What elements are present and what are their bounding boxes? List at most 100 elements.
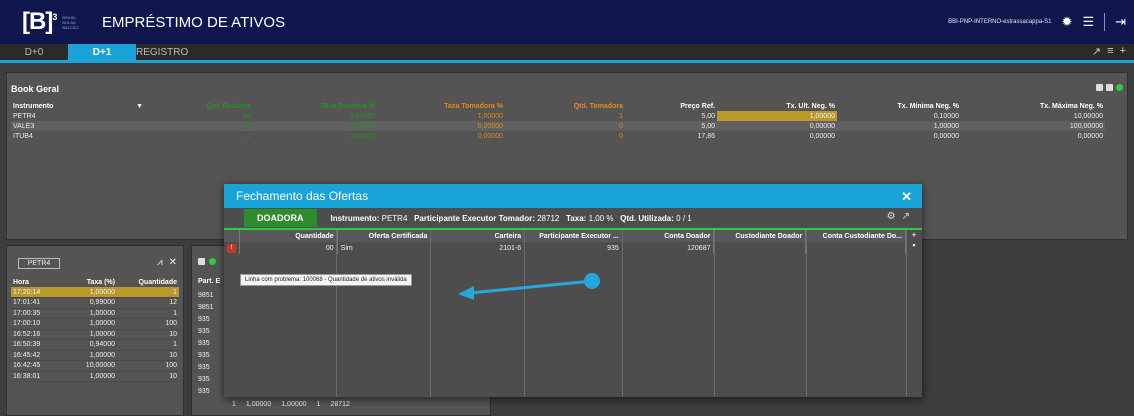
table-row[interactable]: 16:38:01 1,00000 10: [11, 371, 179, 382]
col-oferta[interactable]: Oferta Certificada: [337, 230, 432, 242]
tab-registro[interactable]: REGISTRO: [136, 44, 226, 60]
book-tools: [1096, 84, 1123, 91]
folder-icon[interactable]: [1106, 84, 1113, 91]
tab-bar: D+0 D+1 REGISTRO ↗ ≡ +: [0, 44, 1134, 63]
col-taxa-tomadora[interactable]: Taxa Tomadora %: [377, 101, 505, 111]
b3-logo: [B]3 BRASIL BOLSA BALCÃO: [22, 8, 79, 36]
col-tx-ult[interactable]: Tx. Ult. Neg. %: [717, 101, 837, 111]
list-icon[interactable]: ≡: [1107, 45, 1113, 58]
col-tx-max[interactable]: Tx. Máxima Neg. %: [961, 101, 1105, 111]
col-custodiante[interactable]: Custodiante Doador: [713, 230, 807, 242]
history-table: Hora Taxa (%) Quantidade 17:20:14 1,00000…: [11, 277, 179, 382]
add-icon[interactable]: +: [1120, 45, 1126, 58]
logout-icon[interactable]: ⇥: [1115, 14, 1126, 30]
orders-bottom-row: 1 1,00000 1,00000 1 28712: [232, 401, 350, 408]
divider: [906, 230, 907, 397]
col-qtd-tomadora[interactable]: Qtd. Tomadora: [505, 101, 625, 111]
divider: [1104, 13, 1106, 31]
tab-d0[interactable]: D+0: [0, 44, 68, 60]
col-taxa-doadora[interactable]: Taxa Doadora %: [253, 101, 377, 111]
divider: [714, 230, 715, 397]
user-name[interactable]: BBI-PNP-INTERNO-estrassacappa-S1: [948, 19, 1051, 25]
logo-subtitle: BRASIL BOLSA BALCÃO: [62, 14, 79, 30]
col-carteira[interactable]: Carteira: [430, 230, 526, 242]
divider: [430, 230, 431, 397]
row-tools: + ▪: [906, 230, 922, 260]
orders-tools: [198, 258, 216, 265]
book-title: Book Geral: [11, 84, 60, 94]
col-hora[interactable]: Hora: [11, 277, 63, 287]
divider: [622, 230, 623, 397]
table-row[interactable]: ! 00 Sim 2101-6 935 120687: [224, 242, 906, 254]
modal-header: Fechamento das Ofertas ✕: [224, 184, 922, 208]
history-panel: PETR4 ⩘ ✕ Hora Taxa (%) Quantidade 17:20…: [6, 245, 184, 416]
tab-d1[interactable]: D+1: [68, 44, 136, 60]
table-row[interactable]: ITUB4 0 0,00000 0,00000 0 17,86 0,00000 …: [11, 131, 1105, 141]
error-tooltip: Linha com problema: 100068 - Quantidade …: [240, 274, 412, 286]
table-row[interactable]: 16:52:16 1,00000 10: [11, 329, 179, 340]
cell-carteira[interactable]: 2101-6: [430, 242, 526, 254]
cell-custodiante[interactable]: [713, 242, 807, 254]
col-participante[interactable]: Participante Executor ...: [524, 230, 623, 242]
cell-participante[interactable]: 935: [524, 242, 623, 254]
filter-icon: ▼: [136, 102, 143, 110]
divider: [806, 230, 807, 397]
cell-conta[interactable]: 120687: [622, 242, 715, 254]
close-icon[interactable]: ✕: [901, 189, 912, 205]
divider: [336, 230, 337, 397]
table-row[interactable]: VALE3 10 1,00000 0,00000 0 5,00 0,00000 …: [11, 121, 1105, 131]
copy-icon[interactable]: [198, 258, 205, 265]
table-row[interactable]: PETR4 84 0,94000 1,00000 1 5,00 1,00000 …: [11, 111, 1105, 121]
logo-letter: [B]3: [22, 8, 57, 35]
table-row[interactable]: 16:45:42 1,00000 10: [11, 350, 179, 361]
col-instrumento[interactable]: Instrumento ▼: [11, 101, 145, 111]
modal-info: Instrumento: PETR4 Participante Executor…: [330, 213, 692, 223]
cell-conta-custodiante[interactable]: [805, 242, 906, 254]
col-qtd-doadora[interactable]: Qtd. Doadora: [145, 101, 253, 111]
col-conta-doador[interactable]: Conta Doador: [622, 230, 715, 242]
row-marker-icon[interactable]: ▪: [906, 240, 922, 250]
col-part-e[interactable]: Part. E: [198, 278, 220, 285]
fechamento-modal: Fechamento das Ofertas ✕ DOADORA Instrum…: [224, 184, 922, 397]
divider: [524, 230, 525, 397]
settings-icon[interactable]: ⚙: [887, 211, 896, 222]
tab-tools: ↗ ≡ +: [1092, 45, 1126, 58]
col-quantidade[interactable]: Quantidade: [117, 277, 179, 287]
chart-icon[interactable]: ⩘: [157, 257, 163, 268]
offers-table: Quantidade Oferta Certificada Carteira P…: [224, 230, 906, 254]
copy-icon[interactable]: [1096, 84, 1103, 91]
cell-quantidade[interactable]: 00: [239, 242, 338, 254]
app-title: EMPRÉSTIMO DE ATIVOS: [102, 13, 286, 31]
col-taxa[interactable]: Taxa (%): [63, 277, 117, 287]
top-right-tools: BBI-PNP-INTERNO-estrassacappa-S1 ✹ ☰ ⇥: [948, 0, 1126, 44]
top-bar: [B]3 BRASIL BOLSA BALCÃO EMPRÉSTIMO DE ATI…: [0, 0, 1134, 44]
table-row[interactable]: 17:00:10 1,00000 100: [11, 318, 179, 330]
modal-tools: ⚙ ↗: [887, 211, 910, 222]
orders-values: 9851 9851 935 935 935 935 935 935 935: [198, 292, 214, 395]
status-dot-icon: [1116, 84, 1123, 91]
history-tools: ⩘ ✕: [157, 257, 177, 268]
expand-icon[interactable]: ↗: [1092, 45, 1101, 58]
side-badge: DOADORA: [244, 209, 317, 227]
modal-title: Fechamento das Ofertas: [236, 189, 369, 203]
table-row[interactable]: 17:01:41 0,99000 12: [11, 297, 179, 309]
col-preco-ref[interactable]: Preço Ref.: [625, 101, 717, 111]
menu-icon[interactable]: ☰: [1082, 14, 1094, 30]
cell-oferta[interactable]: Sim: [337, 242, 432, 254]
close-icon[interactable]: ✕: [169, 257, 177, 268]
modal-info-bar: DOADORA Instrumento: PETR4 Participante …: [224, 208, 922, 228]
add-icon[interactable]: +: [906, 230, 922, 240]
error-icon[interactable]: !: [227, 243, 236, 253]
expand-icon[interactable]: ↗: [902, 211, 910, 222]
col-quantidade[interactable]: Quantidade: [239, 230, 338, 242]
table-row[interactable]: 17:20:14 1,00000 1: [11, 287, 179, 298]
col-status: [224, 230, 240, 242]
table-row[interactable]: 16:50:39 0,94000 1: [11, 339, 179, 351]
table-row[interactable]: 16:42:45 10,00000 100: [11, 360, 179, 372]
history-instrument-tab[interactable]: PETR4: [18, 258, 60, 269]
book-table: Instrumento ▼ Qtd. Doadora Taxa Doadora …: [11, 101, 1105, 141]
col-tx-min[interactable]: Tx. Mínima Neg. %: [837, 101, 961, 111]
table-row[interactable]: 17:00:35 1,00000 1: [11, 308, 179, 319]
col-conta-custodiante[interactable]: Conta Custodiante Do...: [805, 230, 906, 242]
gear-icon[interactable]: ✹: [1062, 14, 1073, 30]
